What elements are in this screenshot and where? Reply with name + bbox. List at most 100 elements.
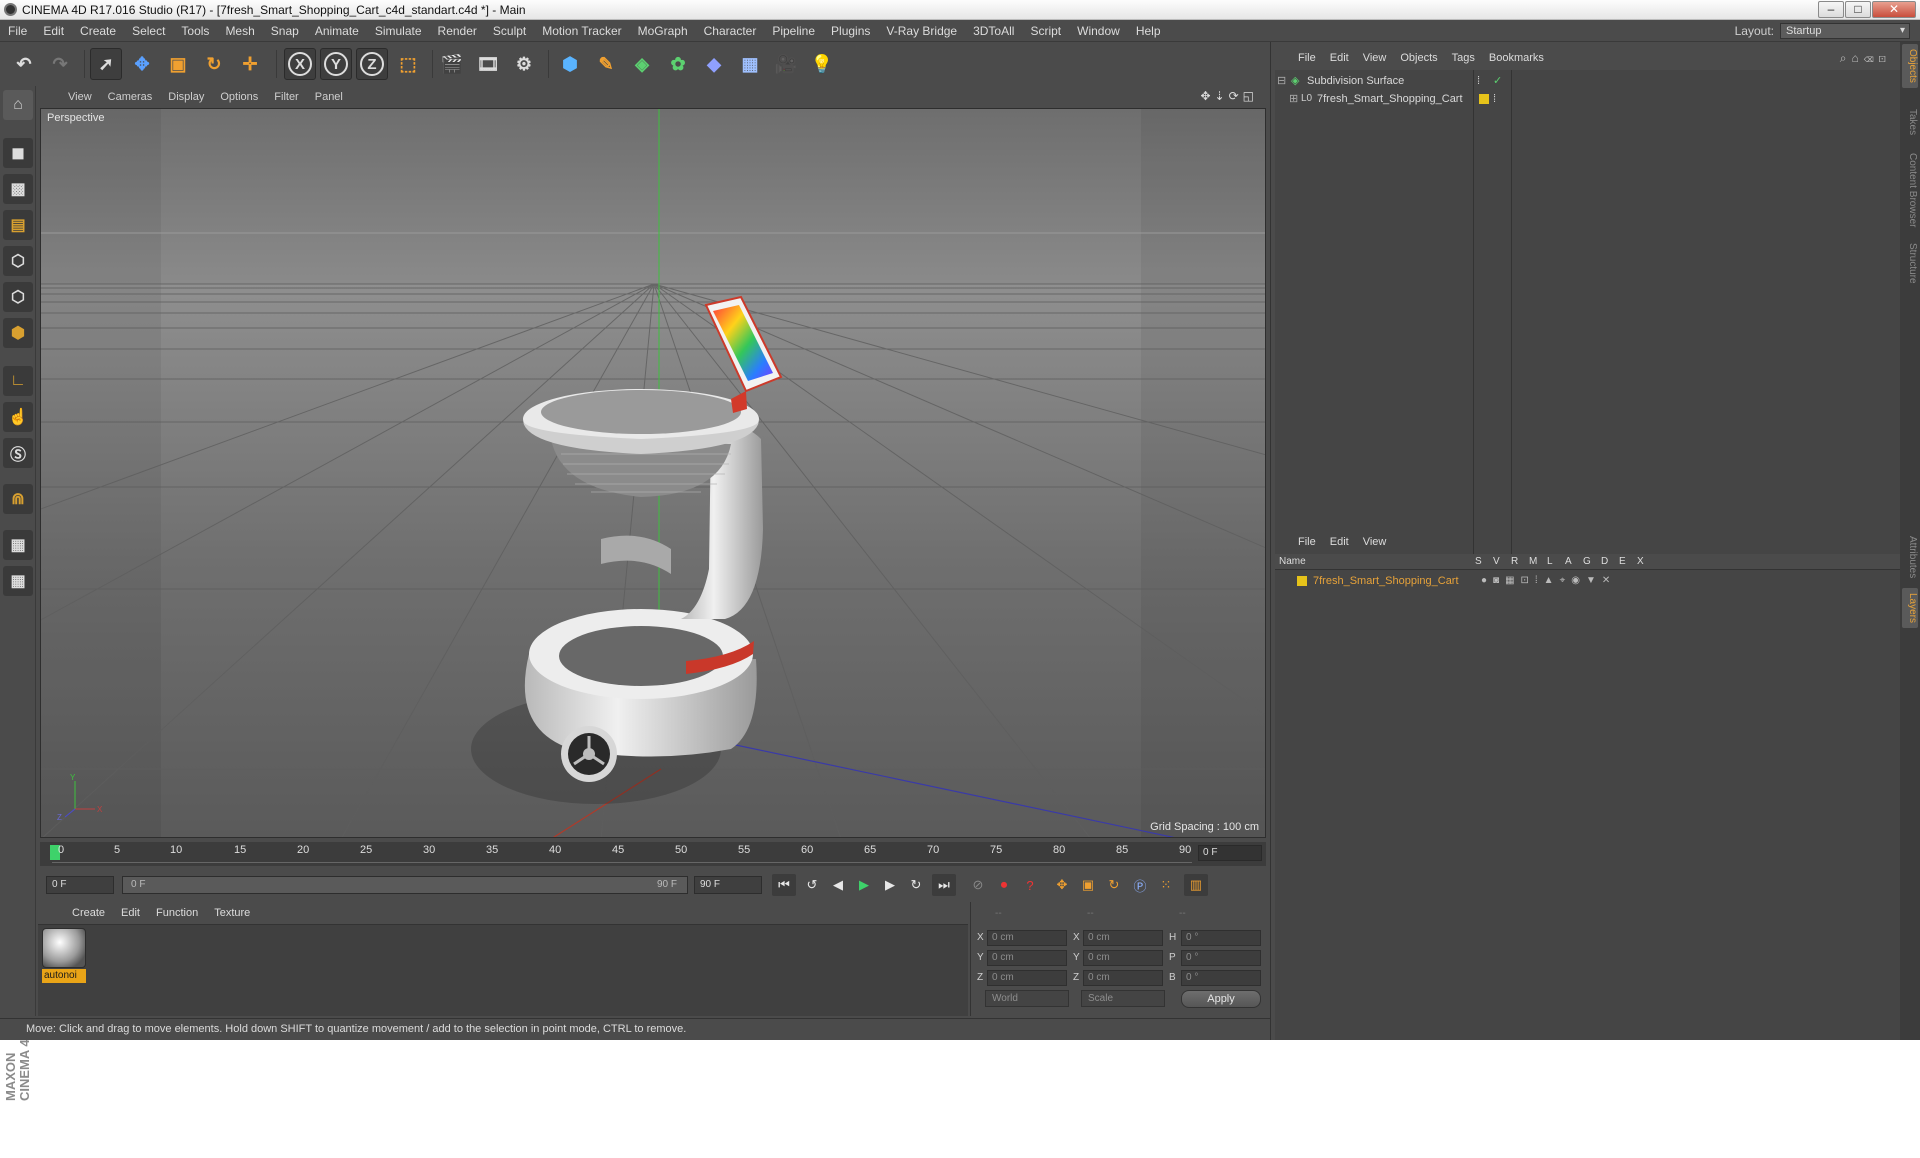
rotation-p-field[interactable]: 0 ° [1181,950,1261,966]
light-icon[interactable]: 💡 [806,48,838,80]
go-to-start-icon[interactable]: ⏮ [772,874,796,896]
material-menu-create[interactable]: Create [64,907,113,919]
menu-create[interactable]: Create [72,24,124,38]
render-picture-viewer-icon[interactable]: 🎞 [472,48,504,80]
previous-key-icon[interactable]: ↺ [800,874,824,896]
model-mode-icon[interactable]: ◼ [3,138,33,168]
solo-mode-icon[interactable]: Ⓢ [3,438,33,468]
size-y-field[interactable]: 0 cm [1083,950,1163,966]
go-to-end-icon[interactable]: ⏭ [932,874,956,896]
rotate-tool-icon[interactable]: ↻ [198,48,230,80]
live-selection-icon[interactable]: ➚ [90,48,122,80]
menu-character[interactable]: Character [696,24,765,38]
key-pla-icon[interactable]: ⁙ [1154,874,1178,896]
undo-icon[interactable]: ↶ [8,48,40,80]
menu-mesh[interactable]: Mesh [217,24,262,38]
planar-workplane-icon[interactable]: ▦ [3,566,33,596]
object-manager-search-icon[interactable]: ⌕⌂⌫⊡ [1840,51,1891,66]
play-icon[interactable]: ▶ [852,874,876,896]
menu-edit[interactable]: Edit [35,24,72,38]
menu-select[interactable]: Select [124,24,173,38]
menu-motion-tracker[interactable]: Motion Tracker [534,24,629,38]
minimize-button[interactable]: – [1818,1,1844,18]
record-keys-icon[interactable]: ⊘ [966,874,990,896]
layer-color-swatch[interactable] [1297,576,1307,586]
spline-pen-icon[interactable]: ✎ [590,48,622,80]
menu-sculpt[interactable]: Sculpt [485,24,534,38]
viewport-menu-options[interactable]: Options [212,91,266,103]
texture-mode-icon[interactable]: ▩ [3,174,33,204]
material-name[interactable]: autonoi [42,969,86,983]
autokeying-icon[interactable]: ⏺ [992,874,1016,896]
key-parameter-icon[interactable]: Ⓟ [1128,874,1152,896]
layers-menu-edit[interactable]: Edit [1323,536,1356,548]
visibility-dots-icon[interactable]: ⁞ [1493,90,1496,108]
objects-menu-objects[interactable]: Objects [1393,52,1444,64]
layers-menu-file[interactable]: File [1291,536,1323,548]
tab-attributes[interactable]: Attributes [1902,532,1918,582]
object-name[interactable]: Subdivision Surface [1307,72,1404,90]
objects-menu-tags[interactable]: Tags [1445,52,1482,64]
menu-file[interactable]: File [0,24,35,38]
layer-row[interactable]: 7fresh_Smart_Shopping_Cart ●◙▦⊡⁞▲⌖◉▼✕ [1275,572,1901,590]
size-x-field[interactable]: 0 cm [1083,930,1163,946]
rotation-b-field[interactable]: 0 ° [1181,970,1261,986]
material-menu-texture[interactable]: Texture [206,907,258,919]
snap-magnet-icon[interactable]: ⋒ [3,484,33,514]
maximize-button[interactable]: □ [1845,1,1871,18]
move-tool-icon[interactable]: ✥ [126,48,158,80]
key-rotation-icon[interactable]: ↻ [1102,874,1126,896]
cube-object-icon[interactable]: ⬢ [554,48,586,80]
menu-pipeline[interactable]: Pipeline [764,24,823,38]
y-axis-lock-button[interactable]: Y [320,48,352,80]
redo-icon[interactable]: ↷ [44,48,76,80]
layers-menu-view[interactable]: View [1356,536,1394,548]
expand-icon[interactable]: ⊞ [1289,90,1298,108]
material-swatch[interactable] [42,928,86,968]
edges-mode-icon[interactable]: ⬡ [3,282,33,312]
end-frame-field[interactable]: 90 F [694,876,762,894]
menu-plugins[interactable]: Plugins [823,24,878,38]
tab-layers[interactable]: Layers [1902,588,1918,628]
objects-menu-view[interactable]: View [1356,52,1394,64]
size-z-field[interactable]: 0 cm [1083,970,1163,986]
coordinate-system-icon[interactable]: ⬚ [392,48,424,80]
layout-dropdown[interactable]: Startup [1780,23,1910,39]
scale-tool-icon[interactable]: ▣ [162,48,194,80]
menu-script[interactable]: Script [1022,24,1069,38]
viewport-menu-view[interactable]: View [60,91,100,103]
frame-range-slider[interactable]: 0 F 90 F [122,876,688,894]
objects-menu-bookmarks[interactable]: Bookmarks [1482,52,1551,64]
tweak-mode-icon[interactable]: ☝ [3,402,33,432]
make-editable-icon[interactable]: ⌂ [3,90,33,120]
objects-menu-file[interactable]: File [1291,52,1323,64]
timeline-window-icon[interactable]: ▥ [1184,874,1208,896]
menu-animate[interactable]: Animate [307,24,367,38]
material-menu-edit[interactable]: Edit [113,907,148,919]
x-axis-lock-button[interactable]: X [284,48,316,80]
render-settings-icon[interactable]: ⚙ [508,48,540,80]
workplane-lock-icon[interactable]: ▦ [3,530,33,560]
tab-content-browser[interactable]: Content Browser [1902,150,1918,230]
menu-simulate[interactable]: Simulate [367,24,430,38]
close-button[interactable]: ✕ [1872,1,1916,18]
layer-flags-icons[interactable]: ●◙▦⊡⁞▲⌖◉▼✕ [1481,572,1616,590]
object-name[interactable]: 7fresh_Smart_Shopping_Cart [1317,90,1463,108]
points-mode-icon[interactable]: ⬡ [3,246,33,276]
current-frame-field[interactable]: 0 F [1198,845,1262,861]
render-view-icon[interactable]: 🎬 [436,48,468,80]
object-row-shopping-cart[interactable]: ⊞ L0 7fresh_Smart_Shopping_Cart ⁞ [1275,90,1901,108]
previous-frame-icon[interactable]: ◀ [826,874,850,896]
visibility-dots-icon[interactable]: ⁞ [1477,72,1480,90]
enabled-check-icon[interactable]: ✓ [1493,72,1502,90]
menu-3dtoall[interactable]: 3DToAll [965,24,1022,38]
key-scale-icon[interactable]: ▣ [1076,874,1100,896]
position-y-field[interactable]: 0 cm [987,950,1067,966]
menu-tools[interactable]: Tools [173,24,217,38]
subdivision-surface-icon[interactable]: ◈ [626,48,658,80]
menu-help[interactable]: Help [1128,24,1169,38]
tab-objects[interactable]: Objects [1902,44,1918,88]
camera-icon[interactable]: 🎥 [770,48,802,80]
tab-takes[interactable]: Takes [1902,102,1918,142]
key-position-icon[interactable]: ✥ [1050,874,1074,896]
